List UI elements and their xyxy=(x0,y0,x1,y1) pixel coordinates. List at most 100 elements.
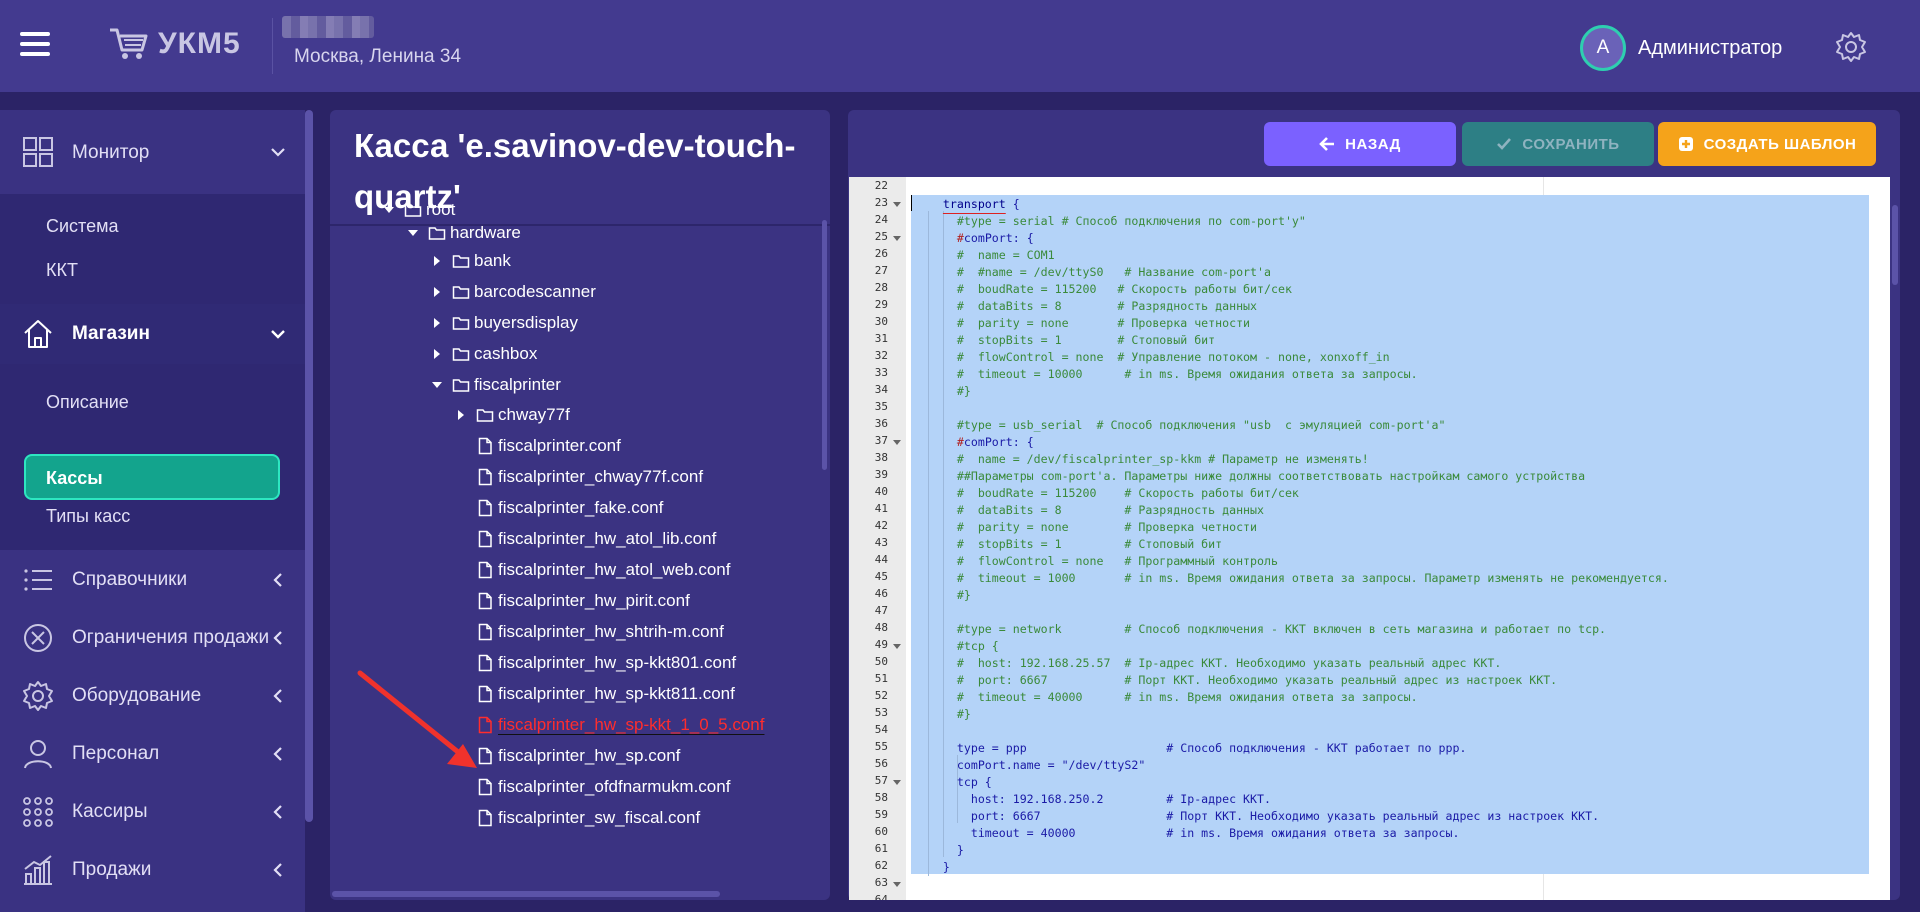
file-icon xyxy=(478,530,492,548)
caret-down-icon[interactable] xyxy=(382,203,396,217)
tree-file-item[interactable]: fiscalprinter.conf xyxy=(476,433,621,459)
user-avatar[interactable]: А xyxy=(1580,25,1626,71)
sidebar-item-ogranicheniya[interactable]: Ограничения продажи xyxy=(0,610,305,666)
code-line: #tcp { xyxy=(915,639,999,653)
sidebar-item-monitor[interactable]: Монитор xyxy=(0,110,305,194)
file-icon xyxy=(478,685,492,703)
sidebar-item-personal[interactable]: Персонал xyxy=(0,726,305,782)
sidebar-label-kassiry: Кассиры xyxy=(72,801,148,822)
tree-file-item[interactable]: fiscalprinter_hw_sp-kkt_1_0_5.conf xyxy=(476,712,764,738)
caret-right-icon[interactable] xyxy=(430,285,444,299)
fold-arrow-icon[interactable] xyxy=(893,643,901,651)
line-number: 44 xyxy=(874,553,888,566)
create-template-label: СОЗДАТЬ ШАБЛОН xyxy=(1703,135,1857,153)
create-template-button[interactable]: СОЗДАТЬ ШАБЛОН xyxy=(1658,122,1876,166)
code-line: # stopBits = 1 # Стоповый бит xyxy=(915,333,1216,347)
sidebar-subitem-sistema[interactable]: Система xyxy=(46,216,119,237)
settings-gear-icon[interactable] xyxy=(1834,30,1868,64)
sidebar-label-oborudovanie: Оборудование xyxy=(72,685,202,706)
line-number-gutter: 22 23 24 25 26 27 28 29 30 31 32 33 34 35 36 37 38 39 40 41… xyxy=(849,177,906,900)
tree-horizontal-scrollbar[interactable] xyxy=(332,891,720,897)
user-name[interactable]: Администратор xyxy=(1638,37,1782,60)
sidebar-item-oborudovanie[interactable]: Оборудование xyxy=(0,668,305,724)
tree-folder-item[interactable]: fiscalprinter xyxy=(430,372,561,398)
line-number: 27 xyxy=(874,264,888,277)
code-line: #type = serial # Способ подключения по c… xyxy=(915,214,1306,228)
folder-icon xyxy=(452,255,470,268)
tree-file-item[interactable]: fiscalprinter_sw_fiscal.conf xyxy=(476,805,700,831)
code-line: #} xyxy=(915,384,971,398)
sidebar-label-prodazhi: Продажи xyxy=(72,859,152,880)
sidebar-label-ogranicheniya: Ограничения продажи xyxy=(72,627,270,648)
hamburger-menu-icon[interactable] xyxy=(20,32,50,56)
code-line: ##Параметры com-port'a. Параметры ниже д… xyxy=(915,469,1586,483)
tree-file-item[interactable]: fiscalprinter_hw_shtrih-m.conf xyxy=(476,619,724,645)
fold-arrow-icon[interactable] xyxy=(893,881,901,889)
tree-file-item[interactable]: fiscalprinter_hw_sp-kkt811.conf xyxy=(476,681,735,707)
sidebar-subitem-tipy-kass[interactable]: Типы касс xyxy=(46,506,130,527)
file-icon xyxy=(478,654,492,672)
sidebar-label-spravochniki: Справочники xyxy=(72,569,188,590)
sidebar-item-prodazhi[interactable]: Продажи xyxy=(0,842,305,898)
line-number: 33 xyxy=(874,366,888,379)
arrow-left-icon xyxy=(1319,137,1335,151)
line-number: 58 xyxy=(874,791,888,804)
tree-file-item[interactable]: fiscalprinter_hw_sp-kkt801.conf xyxy=(476,650,736,676)
tree-file-item[interactable]: fiscalprinter_hw_atol_lib.conf xyxy=(476,526,716,552)
caret-down-icon[interactable] xyxy=(430,378,444,392)
code-line: #comPort: { xyxy=(915,231,1034,245)
sidebar-scrollbar[interactable] xyxy=(305,110,313,822)
line-number: 62 xyxy=(874,859,888,872)
tree-folder-item[interactable]: cashbox xyxy=(430,341,537,367)
line-number: 48 xyxy=(874,621,888,634)
tree-file-item[interactable]: fiscalprinter_fake.conf xyxy=(476,495,663,521)
code-line: #} xyxy=(915,707,971,721)
line-number: 28 xyxy=(874,281,888,294)
back-button[interactable]: НАЗАД xyxy=(1264,122,1456,166)
caret-right-icon[interactable] xyxy=(430,254,444,268)
caret-right-icon[interactable] xyxy=(430,347,444,361)
code-line: # name = /dev/fiscalprinter_sp-kkm # Пар… xyxy=(915,452,1369,466)
sidebar-subitem-kassy[interactable]: Кассы xyxy=(24,454,280,500)
line-number: 43 xyxy=(874,536,888,549)
editor-scrollbar[interactable] xyxy=(1892,205,1898,285)
tree-folder-item[interactable]: chway77f xyxy=(454,402,570,428)
fold-arrow-icon[interactable] xyxy=(893,439,901,447)
sidebar-subitem-opisanie[interactable]: Описание xyxy=(46,392,129,413)
code-editor[interactable]: 22 23 24 25 26 27 28 29 30 31 32 33 34 35 36 37 38 39 40 41… xyxy=(849,177,1890,900)
tree-file-item[interactable]: fiscalprinter_ofdfnarmukm.conf xyxy=(476,774,730,800)
fold-arrow-icon[interactable] xyxy=(893,779,901,787)
caret-right-icon[interactable] xyxy=(454,408,468,422)
sidebar-subitem-kkt[interactable]: ККТ xyxy=(46,260,78,281)
caret-down-icon[interactable] xyxy=(406,226,420,240)
line-number: 39 xyxy=(874,468,888,481)
app-logo[interactable]: УКМ5 xyxy=(108,26,241,62)
tree-file-item[interactable]: fiscalprinter_chway77f.conf xyxy=(476,464,703,490)
tree-folder-item[interactable]: bank xyxy=(430,248,511,274)
logo-text: УКМ5 xyxy=(158,27,241,60)
sidebar-item-magazin[interactable]: Магазин xyxy=(0,304,305,364)
tree-folder-item[interactable]: barcodescanner xyxy=(430,279,596,305)
sidebar-item-kassiry[interactable]: Кассиры xyxy=(0,784,305,840)
tree-file-item[interactable]: fiscalprinter_hw_atol_web.conf xyxy=(476,557,730,583)
line-number: 52 xyxy=(874,689,888,702)
tree-file-item[interactable]: fiscalprinter_hw_sp.conf xyxy=(476,743,680,769)
tree-folder-item[interactable]: buyersdisplay xyxy=(430,310,578,336)
code-line: # parity = none # Проверка четности xyxy=(915,316,1251,330)
home-icon xyxy=(24,320,52,348)
tree-item-label: chway77f xyxy=(498,405,570,424)
code-line: # name = COM1 xyxy=(915,248,1055,262)
fold-arrow-icon[interactable] xyxy=(893,201,901,209)
tree-file-item[interactable]: fiscalprinter_hw_pirit.conf xyxy=(476,588,690,614)
tree-item-label: fiscalprinter.conf xyxy=(498,436,621,455)
save-button[interactable]: СОХРАНИТЬ xyxy=(1462,122,1654,166)
fold-arrow-icon[interactable] xyxy=(893,235,901,243)
tree-folder-item[interactable]: hardware xyxy=(406,220,521,246)
user-icon xyxy=(24,740,52,769)
sidebar-item-spravochniki[interactable]: Справочники xyxy=(0,552,305,608)
caret-right-icon[interactable] xyxy=(430,316,444,330)
tree-vertical-scrollbar[interactable] xyxy=(822,220,827,470)
line-number: 34 xyxy=(874,383,888,396)
line-number: 36 xyxy=(874,417,888,430)
file-icon xyxy=(478,623,492,641)
